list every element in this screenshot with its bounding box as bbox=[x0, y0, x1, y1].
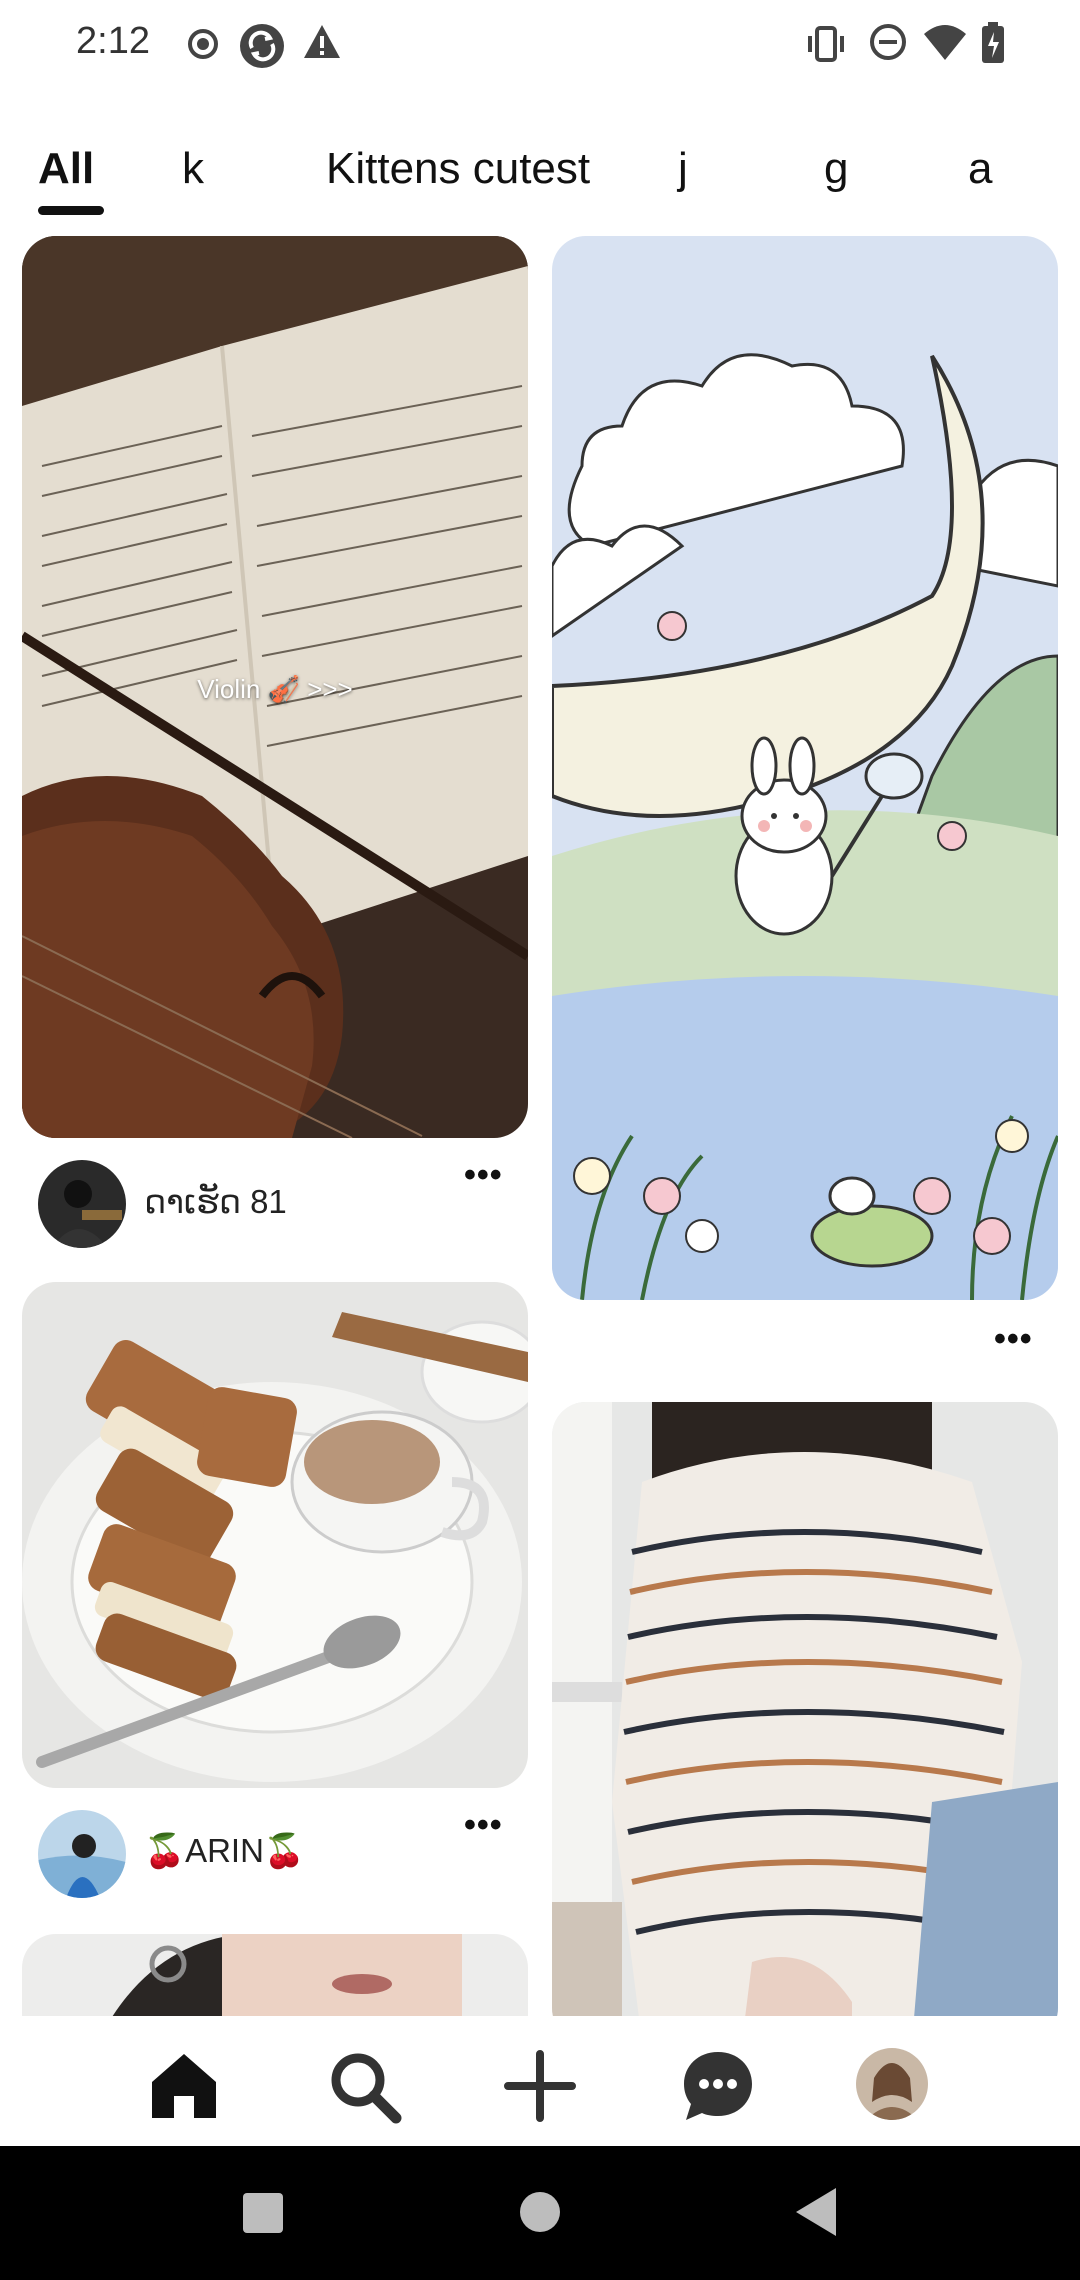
recents-icon[interactable] bbox=[242, 2192, 284, 2234]
status-time: 2:12 bbox=[76, 20, 150, 62]
pin-violin-meta: ດາເຮັດ 81 ••• bbox=[16, 1154, 528, 1254]
pin-overlay-text: Violin 🎻 >>> bbox=[197, 674, 353, 704]
back-icon[interactable] bbox=[794, 2186, 838, 2238]
pin-image bbox=[22, 1934, 528, 2016]
profile-avatar[interactable] bbox=[856, 2048, 928, 2120]
tab-j[interactable]: j bbox=[678, 144, 688, 194]
tab-g[interactable]: g bbox=[824, 144, 848, 194]
tab-all[interactable]: All bbox=[38, 144, 94, 194]
sync-icon bbox=[240, 24, 284, 68]
more-options-icon[interactable]: ••• bbox=[464, 1806, 503, 1845]
more-options-icon[interactable]: ••• bbox=[464, 1156, 503, 1195]
author-name[interactable]: 🍒ARIN🍒 bbox=[144, 1832, 305, 1871]
board-tabs: All k Kittens cutest j g a bbox=[0, 130, 1080, 220]
warning-icon bbox=[304, 25, 340, 58]
do-not-disturb-icon bbox=[870, 24, 906, 60]
vibrate-icon bbox=[808, 26, 844, 62]
pin-bunny-meta: ••• bbox=[552, 1316, 1058, 1376]
status-bar: 2:12 bbox=[0, 0, 1080, 90]
pin-feed[interactable]: Violin 🎻 >>> ດາເຮັດ 81 ••• 🍒ARIN🍒 ••• ••… bbox=[0, 236, 1080, 2016]
home-circle-icon[interactable] bbox=[518, 2190, 562, 2234]
messages-icon[interactable] bbox=[678, 2046, 758, 2126]
author-name[interactable]: ດາເຮັດ 81 bbox=[144, 1182, 287, 1221]
create-icon[interactable] bbox=[500, 2046, 580, 2126]
bottom-navigation bbox=[0, 2016, 1080, 2146]
battery-icon bbox=[982, 22, 1004, 63]
pin-cookies-meta: 🍒ARIN🍒 ••• bbox=[16, 1804, 528, 1904]
tab-a[interactable]: a bbox=[968, 144, 992, 194]
more-options-icon[interactable]: ••• bbox=[994, 1320, 1033, 1359]
pin-cookies[interactable] bbox=[22, 1282, 528, 1788]
pin-violin[interactable]: Violin 🎻 >>> bbox=[22, 236, 528, 1138]
pin-image bbox=[22, 1282, 528, 1788]
pin-image bbox=[552, 1402, 1058, 2016]
tab-kittens-cutest[interactable]: Kittens cutest bbox=[326, 144, 590, 194]
home-icon[interactable] bbox=[144, 2046, 224, 2126]
pin-sweater[interactable] bbox=[552, 1402, 1058, 2016]
pin-portrait[interactable] bbox=[22, 1934, 528, 2016]
avatar[interactable] bbox=[38, 1160, 126, 1248]
system-navigation-bar bbox=[0, 2146, 1080, 2280]
avatar[interactable] bbox=[38, 1810, 126, 1898]
tab-k[interactable]: k bbox=[182, 144, 204, 194]
pin-bunny[interactable] bbox=[552, 236, 1058, 1300]
pin-image bbox=[552, 236, 1058, 1300]
search-icon[interactable] bbox=[324, 2046, 404, 2126]
record-icon bbox=[188, 29, 218, 59]
wifi-icon bbox=[924, 25, 966, 60]
active-tab-indicator bbox=[38, 206, 104, 215]
